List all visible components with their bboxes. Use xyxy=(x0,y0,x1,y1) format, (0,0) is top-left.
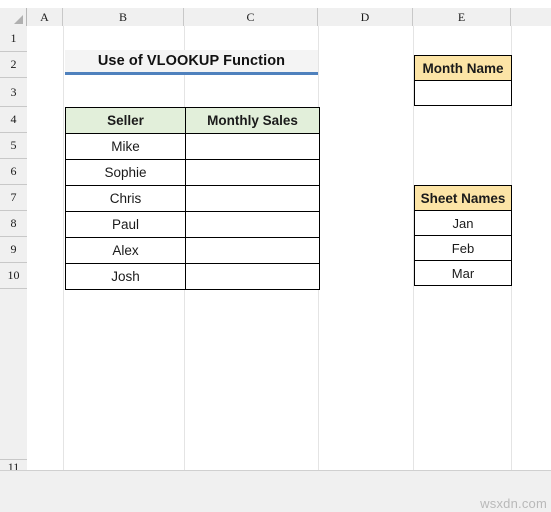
row-header-9-label: 9 xyxy=(10,242,17,256)
column-header-e-label: E xyxy=(457,9,466,24)
watermark: wsxdn.com xyxy=(480,496,547,511)
cell-monthly-sales[interactable] xyxy=(185,211,320,238)
row-header-column: 1 2 3 4 5 6 7 8 9 10 11 xyxy=(0,26,27,484)
row-header-7-label: 7 xyxy=(10,190,17,204)
column-divider-a xyxy=(63,26,64,470)
cell-monthly-sales[interactable] xyxy=(185,133,320,160)
row-header-2[interactable]: 2 xyxy=(0,52,27,78)
column-header-d-label: D xyxy=(360,9,370,24)
cell-seller[interactable]: Mike xyxy=(65,133,186,160)
month-name-header-row: Month Name xyxy=(414,55,512,81)
row-header-7[interactable]: 7 xyxy=(0,185,27,211)
select-all-triangle-icon xyxy=(14,15,23,24)
column-header-c[interactable]: C xyxy=(184,8,318,26)
month-name-header: Month Name xyxy=(414,55,512,81)
row-header-9[interactable]: 9 xyxy=(0,237,27,263)
row-header-1[interactable]: 1 xyxy=(0,26,27,52)
row-header-10-label: 10 xyxy=(7,268,20,282)
row-header-3-label: 3 xyxy=(10,84,17,99)
column-header-a[interactable]: A xyxy=(27,8,63,26)
table-header-seller: Seller xyxy=(65,107,186,134)
row-header-4-label: 4 xyxy=(10,112,17,126)
column-header-d[interactable]: D xyxy=(318,8,413,26)
sheet-tab-bar: Jan Feb Mar VLOOKUP Function ... wsxdn.c… xyxy=(0,470,551,512)
sheet-names-row[interactable]: Jan xyxy=(414,210,512,236)
page-title: Use of VLOOKUP Function xyxy=(97,53,286,69)
sheet-names-header: Sheet Names xyxy=(414,185,512,211)
row-header-5-label: 5 xyxy=(10,138,17,152)
column-header-b-label: B xyxy=(118,9,127,24)
column-header-c-label: C xyxy=(246,9,255,24)
table-row[interactable]: Chris xyxy=(65,185,320,212)
table-row[interactable]: Sophie xyxy=(65,159,320,186)
sheet-name-cell-jan[interactable]: Jan xyxy=(414,210,512,236)
sheet-names-box: Sheet Names Jan Feb Mar xyxy=(414,185,512,286)
row-header-8-label: 8 xyxy=(10,216,17,230)
sheet-names-header-row: Sheet Names xyxy=(414,185,512,211)
column-header-e[interactable]: E xyxy=(413,8,511,26)
sheet-name-cell-mar[interactable]: Mar xyxy=(414,260,512,286)
row-header-6[interactable]: 6 xyxy=(0,159,27,185)
month-name-box: Month Name xyxy=(414,55,512,106)
spreadsheet-grid[interactable]: A B C D E 1 2 3 4 5 6 7 8 9 10 11 Use of… xyxy=(0,0,551,484)
table-header-monthly-sales: Monthly Sales xyxy=(185,107,320,134)
cell-monthly-sales[interactable] xyxy=(185,263,320,290)
sheet-names-row[interactable]: Feb xyxy=(414,235,512,261)
row-header-2-label: 2 xyxy=(10,57,17,71)
column-header-f[interactable] xyxy=(511,8,551,26)
column-header-row: A B C D E xyxy=(0,8,551,26)
cell-monthly-sales[interactable] xyxy=(185,159,320,186)
table-row[interactable]: Mike xyxy=(65,133,320,160)
table-row[interactable]: Alex xyxy=(65,237,320,264)
table-row[interactable]: Paul xyxy=(65,211,320,238)
row-header-8[interactable]: 8 xyxy=(0,211,27,237)
sheet-names-row[interactable]: Mar xyxy=(414,260,512,286)
excel-window: A B C D E 1 2 3 4 5 6 7 8 9 10 11 Use of… xyxy=(0,0,551,512)
cell-monthly-sales[interactable] xyxy=(185,237,320,264)
cell-seller[interactable]: Alex xyxy=(65,237,186,264)
column-header-a-label: A xyxy=(40,9,49,24)
row-header-1-label: 1 xyxy=(10,31,17,45)
table-row[interactable]: Josh xyxy=(65,263,320,290)
select-all-corner[interactable] xyxy=(0,8,27,26)
table-header-row: Seller Monthly Sales xyxy=(65,107,320,134)
cell-monthly-sales[interactable] xyxy=(185,185,320,212)
cell-seller[interactable]: Sophie xyxy=(65,159,186,186)
row-header-5[interactable]: 5 xyxy=(0,133,27,159)
seller-sales-table: Seller Monthly Sales Mike Sophie Chris P… xyxy=(65,107,320,290)
column-header-b[interactable]: B xyxy=(63,8,184,26)
cell-seller[interactable]: Chris xyxy=(65,185,186,212)
row-header-10[interactable]: 10 xyxy=(0,263,27,289)
row-header-6-label: 6 xyxy=(10,164,17,178)
sheet-title-banner: Use of VLOOKUP Function xyxy=(65,50,318,75)
row-header-4[interactable]: 4 xyxy=(0,107,27,133)
month-name-input-cell[interactable] xyxy=(414,80,512,106)
row-header-3[interactable]: 3 xyxy=(0,78,27,107)
month-name-value-row[interactable] xyxy=(414,80,512,106)
sheet-name-cell-feb[interactable]: Feb xyxy=(414,235,512,261)
cell-seller[interactable]: Josh xyxy=(65,263,186,290)
row-header-hidden-range[interactable] xyxy=(0,289,27,460)
cell-seller[interactable]: Paul xyxy=(65,211,186,238)
